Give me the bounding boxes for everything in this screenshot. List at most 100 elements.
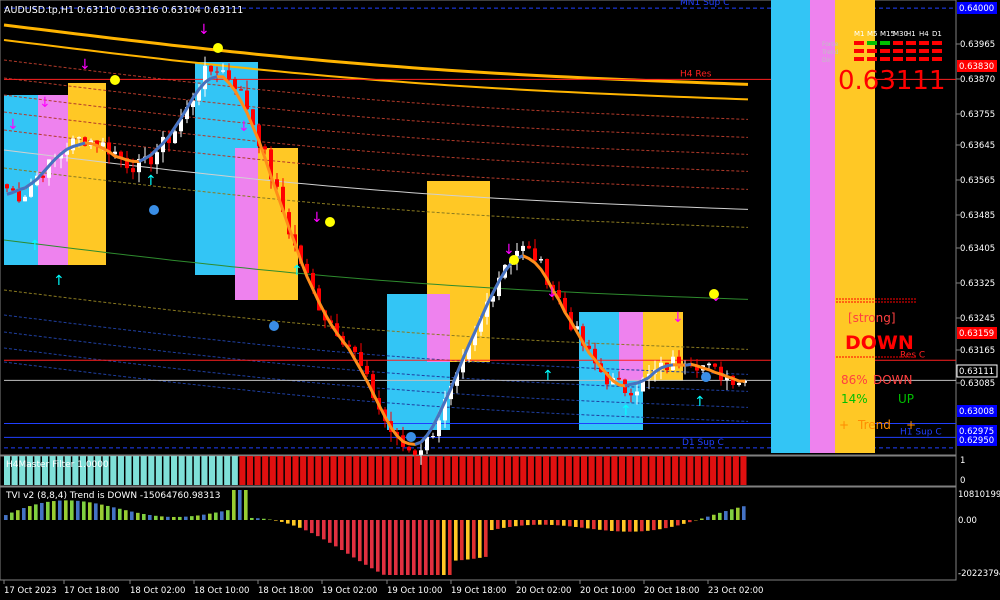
red-band-line [3,111,749,172]
tvi-bar [136,512,140,520]
yellow-dot-icon [509,255,519,265]
tvi-bar [40,502,44,520]
yellow-dot-icon [213,43,223,53]
candle-body [17,190,21,202]
filter-bar [406,456,413,485]
filter-bar [573,456,580,485]
pct-down-value: 86% [841,373,868,387]
down-arrow-icon: ↓ [7,117,19,133]
tvi-bar [676,520,680,526]
filter-axis-top: 1 [960,456,965,466]
candle-body [413,450,417,455]
price-tick-label: 0.63325 [960,279,995,289]
price-tick-label: 0.63165 [960,346,995,356]
filter-bar [231,456,238,485]
candle-body [77,137,81,139]
dashboard-cell [854,41,864,45]
filter-bar [300,456,307,485]
tvi-bar [316,520,320,537]
tvi-bar [250,517,254,520]
candle-body [245,90,249,110]
filter-bar [702,456,709,485]
filter-bar [353,456,360,485]
tvi-bar [238,490,242,520]
filter-bar [558,456,565,485]
filter-bar [580,456,588,485]
timeframe-label: H4 [919,30,929,38]
tvi-bar [658,520,662,530]
tvi-bar [502,520,506,528]
tvi-bar [544,520,548,525]
tvi-bar [370,520,374,569]
time-tick-label: 19 Oct 02:00 [322,586,377,596]
price-tick-label: 0.63405 [960,244,995,254]
filter-bar [596,456,603,485]
filter-bar [368,456,375,485]
tvi-bar [388,520,392,575]
candle-body [215,71,219,73]
timeframe-label: H1 [906,30,916,38]
dashboard-row-label: Trend [821,49,839,56]
center-ma-line [3,149,749,210]
candle-body [677,356,681,365]
blue-dot-icon [406,432,416,442]
filter-bar [717,456,724,485]
tvi-bar [514,520,518,527]
time-tick-label: 18 Oct 10:00 [194,586,249,596]
tvi-bar [184,516,188,520]
tvi-bar [712,514,716,520]
tvi-bar [334,520,338,547]
filter-bar [163,456,170,485]
filter-bar [535,456,542,485]
level-label: MN1 Sup C [680,0,729,8]
tvi-bar [298,520,302,528]
tvi-bar [106,505,110,520]
dashboard-row-label: Dir [822,57,831,64]
blue-dot-icon [701,372,711,382]
dashboard-cell [932,57,942,61]
dashboard-cell [893,57,903,61]
tvi-bar [526,520,530,526]
filter-bar [239,456,246,485]
up-arrow-icon: ↑ [620,403,632,419]
dashboard-cell [893,49,903,53]
candle-body [737,382,741,385]
main-chart-svg[interactable]: MN1 Sup CH4 ResRes CH1 SupH1 Sup CD1 Sup… [0,0,1000,600]
h4master-filter-panel: H4Master Filter 1.0000 1 0 [4,456,965,486]
filter-bar [444,456,451,485]
tvi-bar [256,518,260,520]
price-tag-label: 0.63830 [959,62,994,72]
red-band-line [3,129,749,190]
filter-bar [224,456,231,485]
tvi-bar [472,520,476,559]
candle-body [527,245,531,249]
time-tick-label: 20 Oct 18:00 [644,586,699,596]
filter-bar [193,456,200,485]
candle-body [101,142,105,147]
candle-body [617,377,621,380]
filter-bar [527,456,534,485]
tvi-bar [598,520,602,530]
tvi-bar [382,520,386,575]
filter-bar [148,456,155,485]
tvi-bar [724,511,728,520]
tvi-bar [574,520,578,527]
tvi-bar [22,508,26,520]
time-tick-label: 20 Oct 10:00 [580,586,635,596]
tvi-bar [412,520,416,575]
filter-bar [277,456,284,485]
dashboard-cell [906,49,916,53]
candle-body [365,365,369,375]
up-arrow-icon: ↑ [291,263,303,279]
price-tick-label: 0.63245 [960,314,995,324]
filter-bar [634,456,641,485]
candle-body [239,89,243,91]
yellow-dot-icon [110,75,120,85]
tvi-bar [622,520,626,532]
filter-bar [360,456,367,485]
tvi-bar [664,520,668,529]
candle-body [5,184,9,189]
tvi-bar [166,516,170,520]
tvi-bar [322,520,326,540]
tvi-bar [310,520,314,534]
